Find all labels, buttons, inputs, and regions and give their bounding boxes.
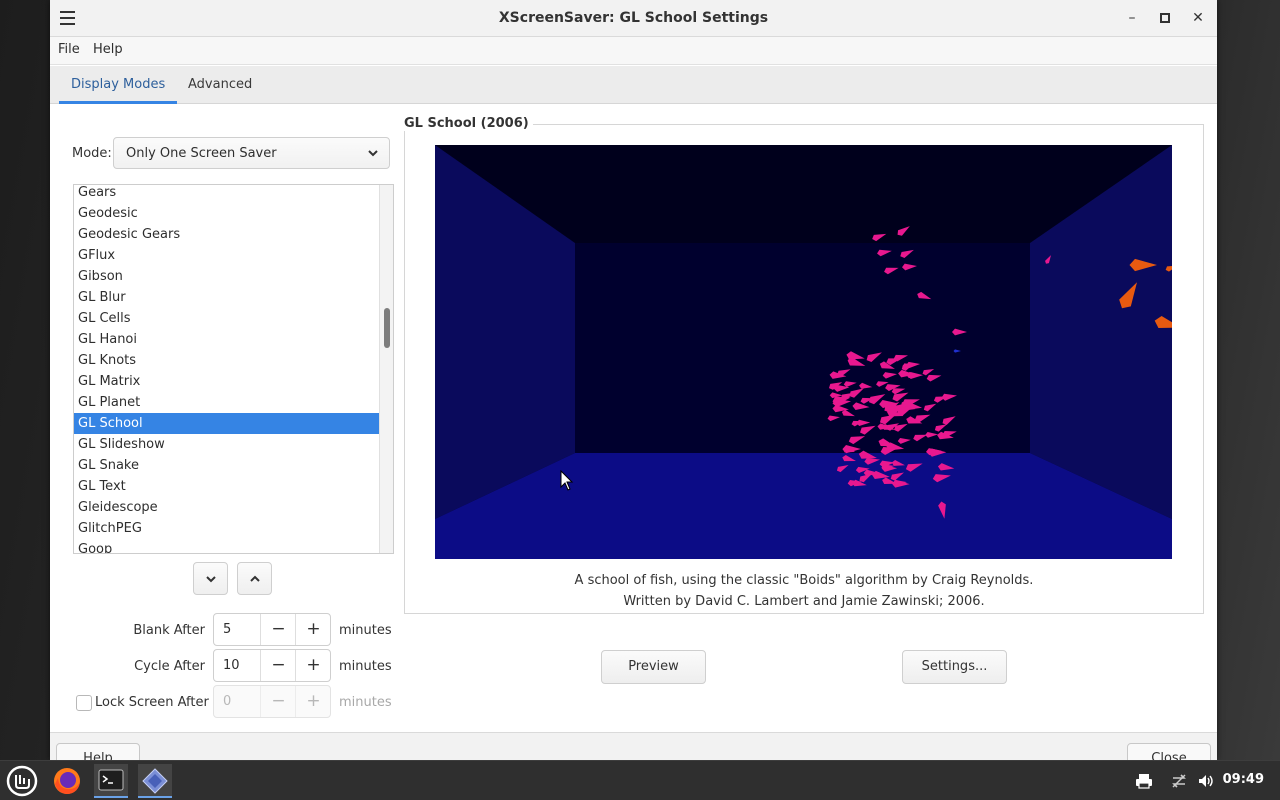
lock-screen-increment-button[interactable]: + — [295, 686, 331, 717]
list-item[interactable]: Geodesic — [74, 203, 379, 224]
list-item[interactable]: GL Blur — [74, 287, 379, 308]
blank-after-label: Blank After — [133, 623, 205, 638]
preview-description-line2: Written by David C. Lambert and Jamie Za… — [623, 594, 985, 609]
network-icon[interactable] — [1170, 772, 1188, 790]
terminal-icon — [98, 769, 124, 791]
cycle-after-stepper: 10 − + — [213, 649, 331, 682]
list-item[interactable]: Geodesic Gears — [74, 224, 379, 245]
printer-icon[interactable] — [1135, 772, 1153, 790]
list-item[interactable]: GL Snake — [74, 455, 379, 476]
cycle-after-increment-button[interactable]: + — [295, 650, 331, 681]
cycle-after-decrement-button[interactable]: − — [260, 650, 296, 681]
volume-icon[interactable] — [1197, 772, 1215, 790]
dialog-button-bar — [50, 732, 1217, 760]
lock-screen-decrement-button[interactable]: − — [260, 686, 296, 717]
list-item[interactable]: Gibson — [74, 266, 379, 287]
blank-after-unit: minutes — [339, 623, 392, 638]
xscreensaver-taskbar-item[interactable] — [138, 764, 172, 798]
chevron-up-icon — [250, 575, 260, 582]
blank-after-decrement-button[interactable]: − — [260, 614, 296, 645]
list-item-selected[interactable]: GL School — [74, 413, 379, 434]
tab-advanced[interactable]: Advanced — [176, 66, 264, 104]
aquarium-scene — [435, 145, 1172, 559]
mouse-cursor-icon — [560, 470, 574, 491]
screensaver-list[interactable]: Gears Geodesic Geodesic Gears GFlux Gibs… — [73, 184, 394, 554]
lock-screen-label: Lock Screen After — [95, 695, 209, 710]
blank-after-input[interactable]: 5 — [223, 622, 231, 637]
list-item[interactable]: GL Planet — [74, 392, 379, 413]
lock-screen-unit: minutes — [339, 695, 392, 710]
cycle-after-unit: minutes — [339, 659, 392, 674]
blank-after-increment-button[interactable]: + — [295, 614, 331, 645]
preview-frame-title: GL School (2006) — [404, 116, 533, 131]
minimize-button[interactable]: – — [1121, 8, 1143, 28]
tab-display-modes[interactable]: Display Modes — [59, 66, 178, 104]
firefox-icon — [54, 768, 80, 794]
help-button[interactable]: Help — [56, 743, 140, 760]
preview-button[interactable]: Preview — [601, 650, 706, 684]
move-down-button[interactable] — [193, 562, 228, 595]
title-bar[interactable]: XScreenSaver: GL School Settings – ✕ — [50, 0, 1217, 37]
mode-dropdown[interactable]: Only One Screen Saver — [113, 137, 390, 169]
terminal-launcher[interactable] — [94, 764, 128, 798]
screensaver-preview — [435, 145, 1172, 559]
menu-bar: File Help — [50, 37, 1217, 65]
list-item[interactable]: GL Hanoi — [74, 329, 379, 350]
list-item[interactable]: GL Slideshow — [74, 434, 379, 455]
lock-screen-stepper: 0 − + — [213, 685, 331, 718]
close-button[interactable]: Close — [1127, 743, 1211, 760]
list-item[interactable]: Gears — [74, 185, 379, 203]
menu-file[interactable]: File — [58, 42, 80, 57]
list-item[interactable]: GlitchPEG — [74, 518, 379, 539]
list-item[interactable]: GL Text — [74, 476, 379, 497]
list-item[interactable]: Goop — [74, 539, 379, 553]
lock-screen-input[interactable]: 0 — [223, 694, 231, 709]
lock-screen-checkbox[interactable] — [76, 695, 92, 711]
list-item[interactable]: GL Knots — [74, 350, 379, 371]
tab-bar: Display Modes Advanced — [50, 66, 1217, 104]
aquarium-floor — [435, 453, 1172, 559]
cycle-after-label: Cycle After — [134, 659, 205, 674]
firefox-launcher[interactable] — [50, 764, 84, 798]
move-up-button[interactable] — [237, 562, 272, 595]
preview-description-line1: A school of fish, using the classic "Boi… — [574, 573, 1034, 588]
aquarium-back-wall — [575, 243, 1030, 453]
scrollbar-thumb[interactable] — [384, 308, 390, 348]
maximize-icon — [1160, 13, 1170, 23]
taskbar-clock[interactable]: 09:49 — [1223, 772, 1264, 787]
menu-help[interactable]: Help — [93, 42, 123, 57]
settings-button[interactable]: Settings... — [902, 650, 1007, 684]
cycle-after-input[interactable]: 10 — [223, 658, 240, 673]
list-scrollbar[interactable] — [379, 185, 393, 553]
blank-after-stepper: 5 − + — [213, 613, 331, 646]
list-item[interactable]: GL Matrix — [74, 371, 379, 392]
list-item[interactable]: Gleidescope — [74, 497, 379, 518]
xscreensaver-icon — [142, 768, 168, 794]
taskbar: 09:49 — [0, 760, 1280, 800]
start-menu-button[interactable] — [5, 764, 39, 798]
maximize-button[interactable] — [1154, 8, 1176, 28]
chevron-down-icon — [206, 576, 216, 583]
list-item[interactable]: GL Cells — [74, 308, 379, 329]
close-window-button[interactable]: ✕ — [1187, 8, 1209, 28]
window-title: XScreenSaver: GL School Settings — [498, 10, 769, 26]
list-item[interactable]: GFlux — [74, 245, 379, 266]
linux-mint-logo-icon — [6, 765, 38, 797]
app-window: XScreenSaver: GL School Settings – ✕ Fil… — [50, 0, 1217, 760]
mode-dropdown-value: Only One Screen Saver — [126, 146, 277, 161]
chevron-down-icon — [368, 150, 378, 157]
mode-label: Mode: — [72, 146, 112, 161]
